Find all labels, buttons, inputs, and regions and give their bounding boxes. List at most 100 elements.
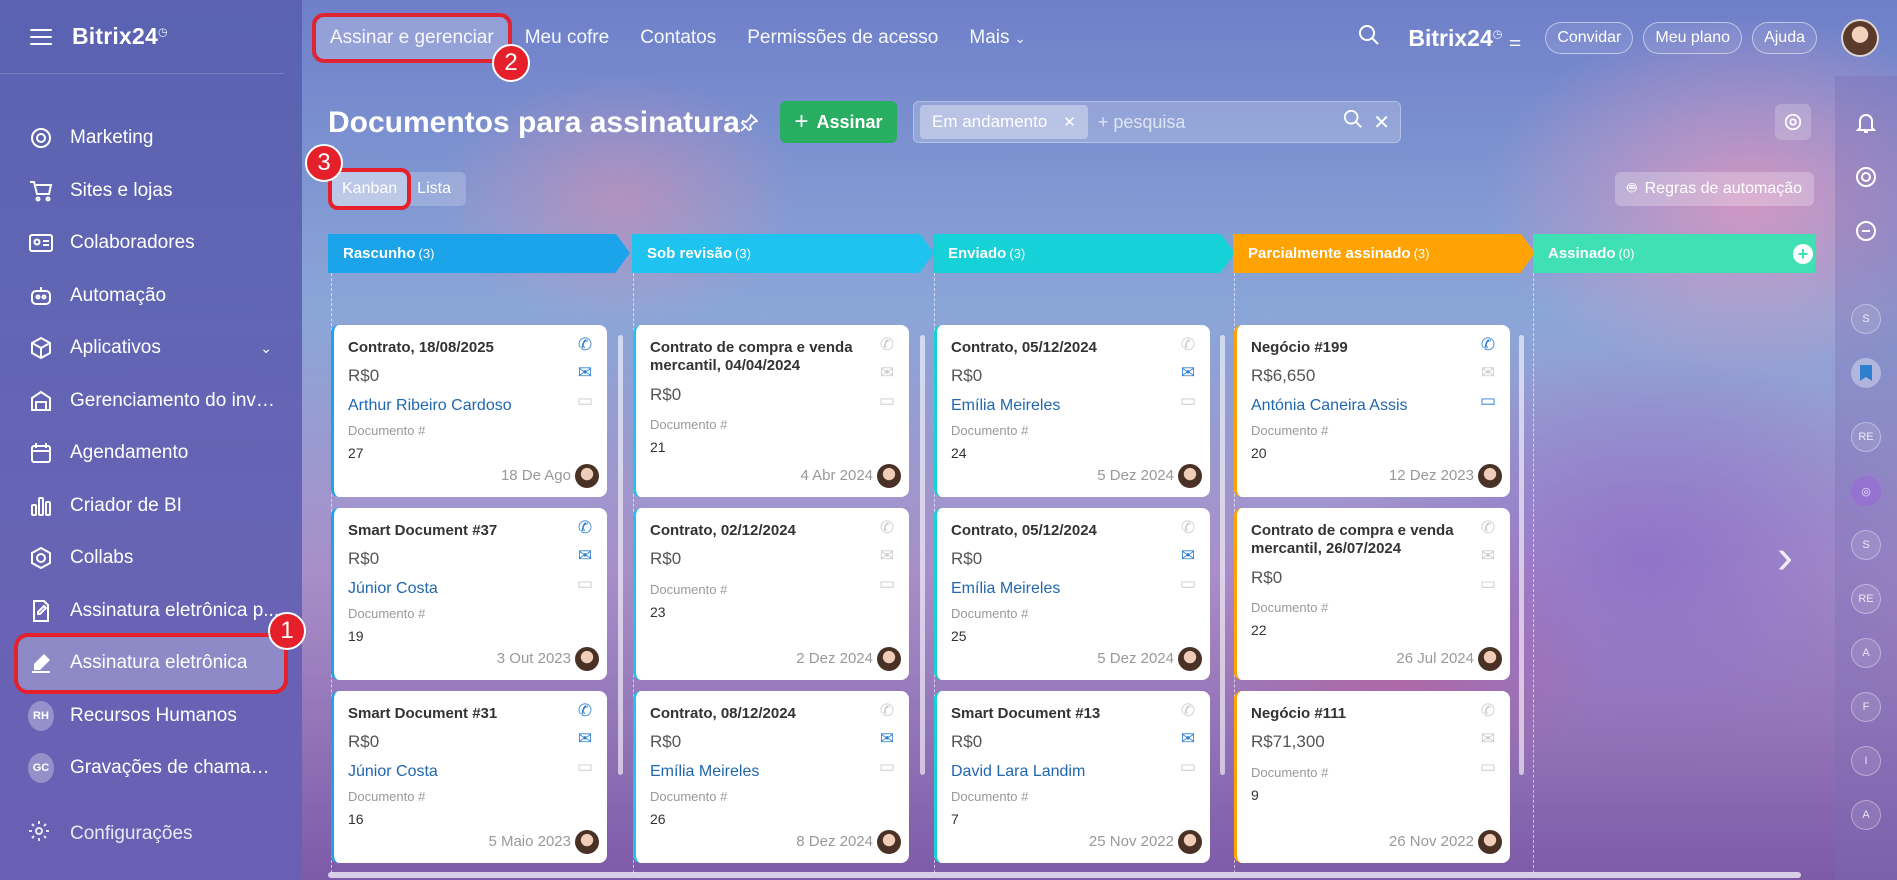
pulse-icon[interactable]: [1851, 162, 1881, 192]
card-avatar[interactable]: [1478, 464, 1502, 488]
phone-icon[interactable]: ✆: [877, 701, 897, 721]
rail-avatar[interactable]: S: [1851, 304, 1881, 334]
column-header-parcialmente[interactable]: Parcialmente assinado (3): [1233, 234, 1535, 273]
kanban-card[interactable]: Contrato, 05/12/2024 R$0 Emília Meireles…: [934, 508, 1210, 680]
mail-icon[interactable]: ✉: [877, 363, 897, 383]
automation-rules-button[interactable]: 🤖︎ Regras de automação: [1615, 172, 1815, 206]
project-icon[interactable]: ◎: [1851, 476, 1881, 506]
search-icon[interactable]: [1358, 24, 1380, 52]
column-header-assinado[interactable]: Assinado (0) +: [1533, 234, 1815, 273]
card-title[interactable]: Negócio #199: [1251, 339, 1476, 357]
card-client-link[interactable]: Arthur Ribeiro Cardoso: [348, 397, 512, 415]
add-card-icon[interactable]: +: [1793, 244, 1813, 264]
card-avatar[interactable]: [575, 464, 599, 488]
rail-avatar[interactable]: RE: [1851, 422, 1881, 452]
view-kanban-button[interactable]: Kanban: [327, 168, 412, 210]
column-header-enviado[interactable]: Enviado (3): [933, 234, 1235, 273]
help-button[interactable]: Ajuda: [1752, 22, 1817, 54]
card-title[interactable]: Contrato, 08/12/2024: [650, 705, 875, 723]
phone-icon[interactable]: ✆: [1478, 335, 1498, 355]
chat-icon[interactable]: [1851, 216, 1881, 246]
mail-icon[interactable]: ✉: [877, 729, 897, 749]
mail-icon[interactable]: ✉: [1478, 363, 1498, 383]
bitrix24-logo-top[interactable]: Bitrix24◷ ⚌: [1408, 25, 1521, 52]
mail-icon[interactable]: ✉: [1178, 546, 1198, 566]
card-client-link[interactable]: Emília Meireles: [650, 763, 759, 781]
sign-button[interactable]: + Assinar: [780, 101, 897, 143]
card-title[interactable]: Smart Document #37: [348, 522, 573, 540]
sidebar-item-collabs[interactable]: Collabs: [0, 532, 302, 585]
card-title[interactable]: Smart Document #31: [348, 705, 573, 723]
tab-permissoes[interactable]: Permissões de acesso: [747, 27, 938, 49]
chevron-down-icon[interactable]: ⌄: [260, 340, 272, 357]
rail-avatar[interactable]: F: [1851, 692, 1881, 722]
remove-filter-icon[interactable]: ✕: [1063, 113, 1076, 131]
sidebar-item-automacao[interactable]: Automação: [0, 270, 302, 323]
comment-icon[interactable]: ▭: [575, 391, 595, 411]
comment-icon[interactable]: ▭: [575, 574, 595, 594]
phone-icon[interactable]: ✆: [877, 518, 897, 538]
rail-avatar[interactable]: A: [1851, 800, 1881, 830]
card-title[interactable]: Contrato, 05/12/2024: [951, 339, 1176, 357]
invite-button[interactable]: Convidar: [1545, 22, 1634, 54]
bell-icon[interactable]: [1851, 108, 1881, 138]
card-avatar[interactable]: [877, 464, 901, 488]
sidebar-item-bi[interactable]: Criador de BI: [0, 480, 302, 533]
card-avatar[interactable]: [575, 647, 599, 671]
comment-icon[interactable]: ▭: [1478, 757, 1498, 777]
card-title[interactable]: Smart Document #13: [951, 705, 1176, 723]
card-client-link[interactable]: Emília Meireles: [951, 580, 1060, 598]
kanban-card[interactable]: Contrato, 08/12/2024 R$0 Emília Meireles…: [633, 691, 909, 863]
kanban-card[interactable]: Smart Document #13 R$0 David Lara Landim…: [934, 691, 1210, 863]
chevron-right-icon[interactable]: ›: [1777, 530, 1793, 585]
rail-avatar[interactable]: A: [1851, 638, 1881, 668]
column-scrollbar[interactable]: [1220, 335, 1225, 775]
card-title[interactable]: Contrato, 02/12/2024: [650, 522, 875, 540]
column-scrollbar[interactable]: [1519, 335, 1524, 775]
kanban-card[interactable]: Contrato, 02/12/2024 R$0 Documento # 23 …: [633, 508, 909, 680]
card-title[interactable]: Contrato de compra e venda mercantil, 26…: [1251, 522, 1476, 558]
mail-icon[interactable]: ✉: [1178, 363, 1198, 383]
card-client-link[interactable]: Júnior Costa: [348, 763, 438, 781]
card-title[interactable]: Contrato de compra e venda mercantil, 04…: [650, 339, 875, 375]
card-avatar[interactable]: [1478, 830, 1502, 854]
tab-assinar-gerenciar[interactable]: Assinar e gerenciar: [312, 13, 512, 63]
rail-avatar[interactable]: RE: [1851, 584, 1881, 614]
view-list-button[interactable]: Lista: [407, 172, 461, 206]
comment-icon[interactable]: ▭: [575, 757, 595, 777]
sidebar-item-assinatura-p[interactable]: Assinatura eletrônica p...: [0, 585, 302, 638]
card-client-link[interactable]: Antónia Caneira Assis: [1251, 397, 1408, 415]
comment-icon[interactable]: ▭: [877, 574, 897, 594]
sidebar-item-inventario[interactable]: Gerenciamento do inve...: [0, 375, 302, 428]
sidebar-item-marketing[interactable]: Marketing: [0, 112, 302, 165]
filter-chip[interactable]: Em andamento ✕: [920, 105, 1088, 139]
tab-meu-cofre[interactable]: Meu cofre: [525, 27, 609, 49]
comment-icon[interactable]: ▭: [877, 391, 897, 411]
phone-icon[interactable]: ✆: [1478, 701, 1498, 721]
search-icon[interactable]: [1343, 109, 1363, 135]
sidebar-settings[interactable]: Configurações: [28, 820, 193, 848]
mail-icon[interactable]: ✉: [1478, 729, 1498, 749]
column-scrollbar[interactable]: [618, 335, 623, 775]
comment-icon[interactable]: ▭: [1178, 757, 1198, 777]
kanban-card[interactable]: Contrato, 18/08/2025 R$0 Arthur Ribeiro …: [331, 325, 607, 497]
card-title[interactable]: Contrato, 18/08/2025: [348, 339, 573, 357]
card-client-link[interactable]: David Lara Landim: [951, 763, 1085, 781]
phone-icon[interactable]: ✆: [1178, 335, 1198, 355]
kanban-card[interactable]: Negócio #199 R$6,650 Antónia Caneira Ass…: [1234, 325, 1510, 497]
card-title[interactable]: Contrato, 05/12/2024: [951, 522, 1176, 540]
my-plan-button[interactable]: Meu plano: [1643, 22, 1743, 54]
sidebar-item-gravacoes[interactable]: GC Gravações de chamadas: [0, 742, 302, 795]
comment-icon[interactable]: ▭: [877, 757, 897, 777]
sidebar-item-aplicativos[interactable]: Aplicativos ⌄: [0, 322, 302, 375]
sidebar-item-assinatura-eletronica[interactable]: Assinatura eletrônica: [14, 633, 288, 694]
column-scrollbar[interactable]: [920, 335, 925, 775]
mail-icon[interactable]: ✉: [1178, 729, 1198, 749]
sidebar-item-agendamento[interactable]: Agendamento: [0, 427, 302, 480]
bookmark-icon[interactable]: [1851, 358, 1881, 388]
mail-icon[interactable]: ✉: [1478, 546, 1498, 566]
phone-icon[interactable]: ✆: [575, 335, 595, 355]
card-title[interactable]: Negócio #111: [1251, 705, 1476, 723]
kanban-card[interactable]: Smart Document #31 R$0 Júnior Costa Docu…: [331, 691, 607, 863]
card-avatar[interactable]: [575, 830, 599, 854]
